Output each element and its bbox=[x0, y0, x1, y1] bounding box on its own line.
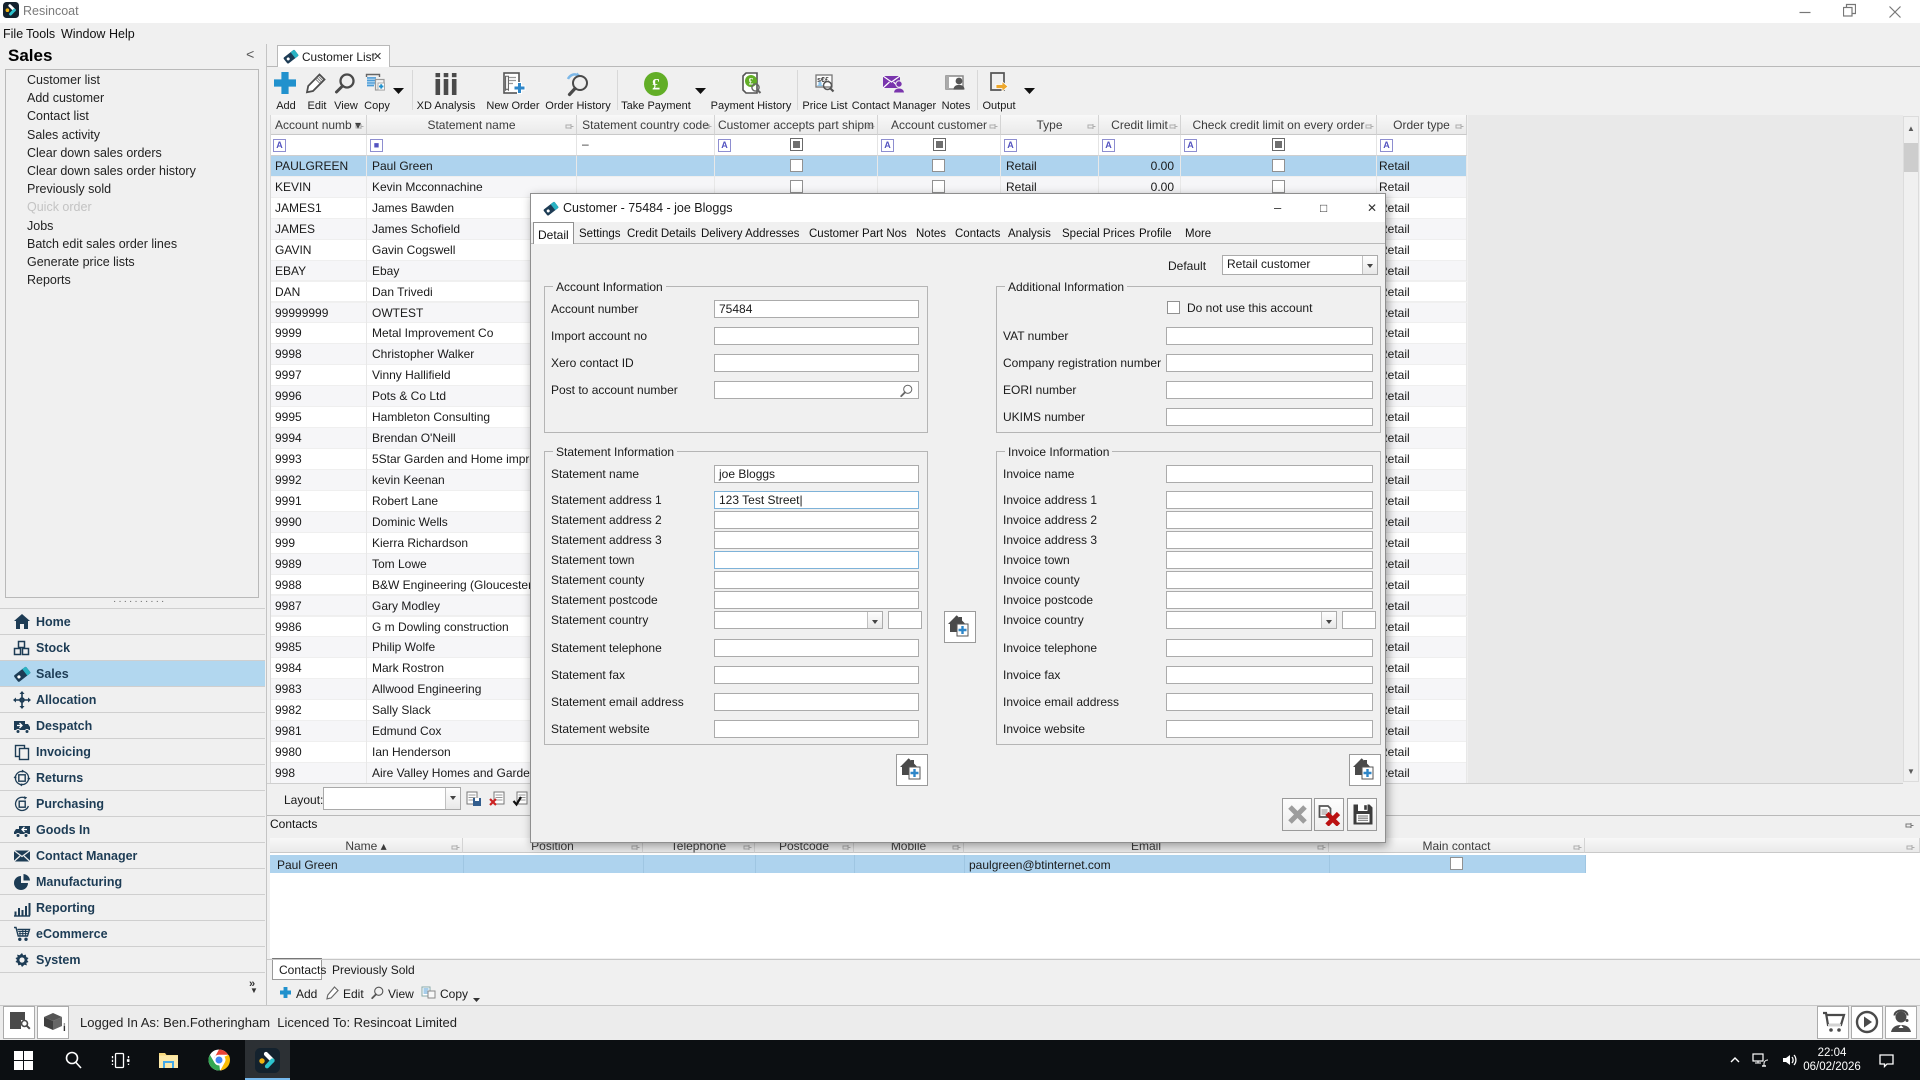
svg-text:i: i bbox=[63, 1023, 66, 1034]
svg-text:£: £ bbox=[652, 77, 660, 94]
